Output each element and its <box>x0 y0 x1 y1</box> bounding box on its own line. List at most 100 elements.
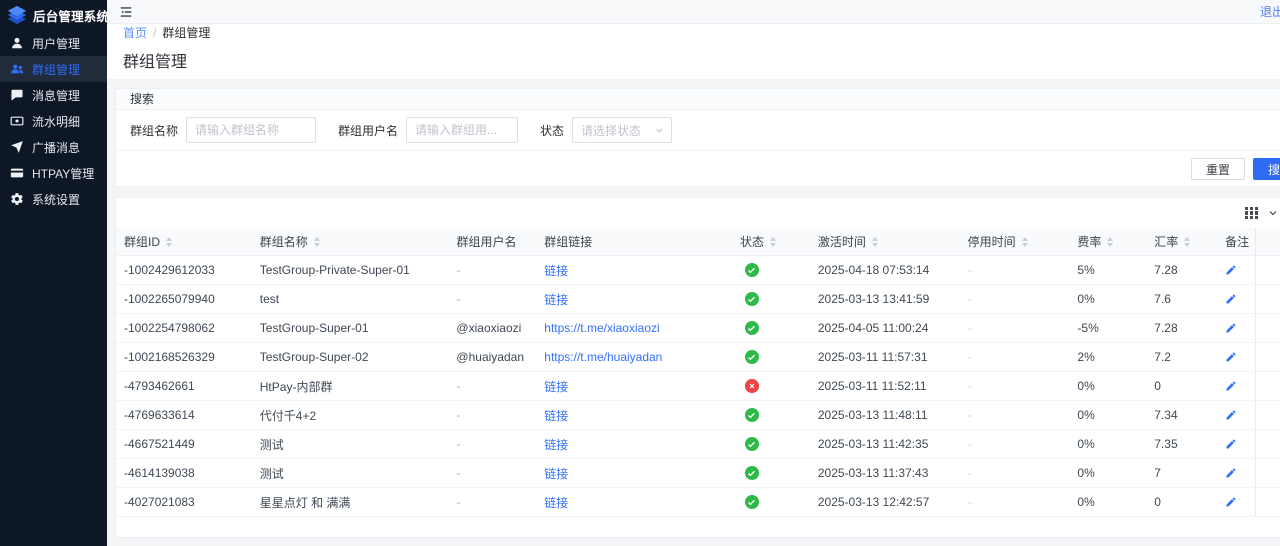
group-name-input[interactable] <box>186 117 316 143</box>
breadcrumb-home[interactable]: 首页 <box>123 24 147 41</box>
column-header-7[interactable]: 费率 <box>1069 228 1146 255</box>
cell-deactivated-time: - <box>960 430 1070 458</box>
group-link[interactable]: https://t.me/huaiyadan <box>544 350 662 364</box>
cell-deactivated-time: - <box>960 256 1070 284</box>
cell-status <box>732 488 810 516</box>
cell-group-username: - <box>448 488 536 516</box>
cell-group-username: - <box>448 430 536 458</box>
cell-deactivated-time: - <box>960 401 1070 429</box>
cell-group-name: 代付千4+2 <box>252 401 449 429</box>
cell-group-id: -1002168526329 <box>116 343 252 371</box>
sidebar: 后台管理系统 用户管理 群组管理 消息管理 流水明细 广播消息 HTPAY管理 … <box>0 0 107 546</box>
cell-deactivated-time: - <box>960 488 1070 516</box>
column-settings-icon[interactable] <box>1245 207 1258 220</box>
status-active-icon <box>745 263 759 277</box>
column-header-4[interactable]: 状态 <box>732 228 810 255</box>
app-logo: 后台管理系统 <box>0 0 107 30</box>
edit-note-icon[interactable] <box>1225 380 1237 392</box>
edit-note-icon[interactable] <box>1225 351 1237 363</box>
user-icon <box>10 36 24 50</box>
menu-fold-icon[interactable] <box>119 5 133 19</box>
edit-note-icon[interactable] <box>1225 322 1237 334</box>
sidebar-item-message-management[interactable]: 消息管理 <box>0 82 107 108</box>
group-link[interactable]: 链接 <box>544 262 568 279</box>
cell-exchange-rate: 7.34 <box>1146 401 1217 429</box>
cell-group-username: @huaiyadan <box>448 343 536 371</box>
edit-note-icon[interactable] <box>1225 409 1237 421</box>
cell-activated-time: 2025-03-13 11:42:35 <box>810 430 960 458</box>
group-username-label: 群组用户名 <box>338 122 398 139</box>
cell-group-id: -4793462661 <box>116 372 252 400</box>
cell-group-name: TestGroup-Private-Super-01 <box>252 256 449 284</box>
search-button[interactable]: 搜索 <box>1253 158 1280 180</box>
edit-note-icon[interactable] <box>1225 438 1237 450</box>
cell-group-name: 星星点灯 和 满满 <box>252 488 449 516</box>
topbar: 退出登录 <box>107 0 1280 24</box>
cell-activated-time: 2025-03-11 11:57:31 <box>810 343 960 371</box>
edit-note-icon[interactable] <box>1225 264 1237 276</box>
column-header-0[interactable]: 群组ID <box>116 228 252 255</box>
group-link[interactable]: 链接 <box>544 465 568 482</box>
sidebar-item-system-settings[interactable]: 系统设置 <box>0 186 107 212</box>
sidebar-item-broadcast-message[interactable]: 广播消息 <box>0 134 107 160</box>
sidebar-item-user-management[interactable]: 用户管理 <box>0 30 107 56</box>
message-icon <box>10 88 24 102</box>
cell-activated-time: 2025-04-18 07:53:14 <box>810 256 960 284</box>
sidebar-item-transaction-detail[interactable]: 流水明细 <box>0 108 107 134</box>
sort-icon <box>770 237 776 247</box>
column-header-8[interactable]: 汇率 <box>1146 228 1217 255</box>
reset-button[interactable]: 重置 <box>1191 158 1245 180</box>
cell-note <box>1217 314 1255 342</box>
cell-group-link: https://t.me/xiaoxiaozi <box>536 314 732 342</box>
cell-group-id: -1002265079940 <box>116 285 252 313</box>
edit-note-icon[interactable] <box>1225 467 1237 479</box>
group-link[interactable]: 链接 <box>544 291 568 308</box>
cell-deactivated-time: - <box>960 372 1070 400</box>
cell-group-link: 链接 <box>536 401 732 429</box>
status-label: 状态 <box>540 122 564 139</box>
cell-group-name: test <box>252 285 449 313</box>
group-link[interactable]: https://t.me/xiaoxiaozi <box>544 321 659 335</box>
group-link[interactable]: 链接 <box>544 436 568 453</box>
column-header-3[interactable]: 群组链接 <box>536 228 732 255</box>
cell-note <box>1217 430 1255 458</box>
column-header-5[interactable]: 激活时间 <box>810 228 960 255</box>
group-link[interactable]: 链接 <box>544 378 568 395</box>
cell-activated-time: 2025-03-13 12:42:57 <box>810 488 960 516</box>
field-status: 状态 请选择状态 <box>540 117 672 143</box>
cell-deactivated-time: - <box>960 343 1070 371</box>
edit-note-icon[interactable] <box>1225 293 1237 305</box>
main-area: 退出登录 首页 / 群组管理 群组管理 搜索 群组名称 群组用户名 状态 <box>107 0 1280 546</box>
column-header-2[interactable]: 群组用户名 <box>448 228 536 255</box>
sidebar-item-htpay-management[interactable]: HTPAY管理 <box>0 160 107 186</box>
table-row: -1002254798062 TestGroup-Super-01 @xiaox… <box>116 314 1280 343</box>
gear-icon <box>10 192 24 206</box>
cell-exchange-rate: 0 <box>1146 488 1217 516</box>
cell-note <box>1217 459 1255 487</box>
group-link[interactable]: 链接 <box>544 494 568 511</box>
column-header-1[interactable]: 群组名称 <box>252 228 449 255</box>
column-header-9[interactable]: 备注 <box>1217 228 1255 255</box>
money-icon <box>10 114 24 128</box>
search-card-title: 搜索 <box>116 89 1280 110</box>
cell-status <box>732 401 810 429</box>
sidebar-item-group-management[interactable]: 群组管理 <box>0 56 107 82</box>
edit-note-icon[interactable] <box>1225 496 1237 508</box>
cell-fee-rate: 0% <box>1069 459 1146 487</box>
status-select-placeholder: 请选择状态 <box>581 122 641 139</box>
cell-fee-rate: 2% <box>1069 343 1146 371</box>
group-username-input[interactable] <box>406 117 518 143</box>
column-header-6[interactable]: 停用时间 <box>960 228 1070 255</box>
cell-group-name: 测试 <box>252 459 449 487</box>
cell-fee-rate: 0% <box>1069 488 1146 516</box>
status-select[interactable]: 请选择状态 <box>572 117 672 143</box>
status-active-icon <box>745 437 759 451</box>
group-name-label: 群组名称 <box>130 122 178 139</box>
logout-link[interactable]: 退出登录 <box>1260 3 1280 20</box>
table-row: -4027021083 星星点灯 和 满满 - 链接 2025-03-13 12… <box>116 488 1280 517</box>
chevron-down-icon[interactable] <box>1267 207 1279 219</box>
cell-group-id: -4667521449 <box>116 430 252 458</box>
group-link[interactable]: 链接 <box>544 407 568 424</box>
cell-group-name: HtPay-内部群 <box>252 372 449 400</box>
cell-group-id: -4027021083 <box>116 488 252 516</box>
